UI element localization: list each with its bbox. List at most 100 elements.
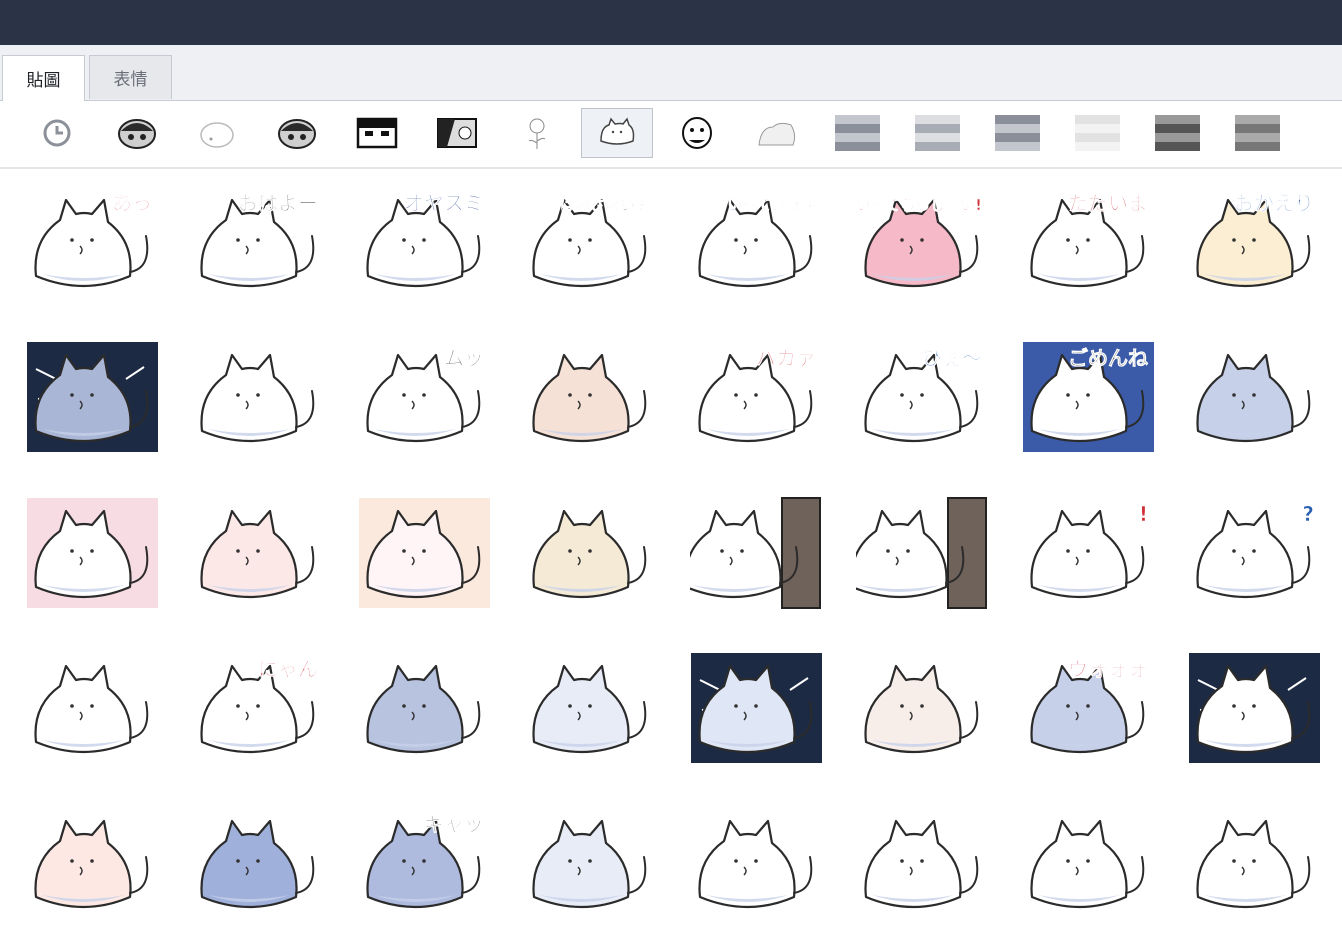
cat-sticker-image	[856, 497, 987, 609]
recent-clock-icon	[43, 119, 71, 147]
sticker-item[interactable]	[192, 495, 325, 610]
sticker-pack-tab[interactable]	[181, 108, 253, 158]
cat-sticker-image: オヤスミ	[366, 191, 484, 288]
sticker-item[interactable]	[524, 805, 657, 920]
sticker-item[interactable]	[1188, 339, 1321, 454]
sticker-pack-bar	[0, 101, 1342, 169]
sticker-item[interactable]	[192, 805, 325, 920]
sticker-pack-icon	[200, 122, 234, 148]
sticker-item[interactable]	[192, 339, 325, 454]
sticker-pack-tab[interactable]	[1141, 108, 1213, 158]
sticker-pack-icon	[835, 115, 880, 151]
sticker-item[interactable]	[690, 495, 823, 610]
cat-sticker-image	[698, 819, 813, 909]
sticker-item[interactable]	[690, 650, 823, 765]
tab-emoticons[interactable]: 表情	[89, 55, 172, 99]
tab-recent[interactable]	[21, 108, 93, 158]
sticker-caption: ギャッ	[424, 812, 484, 836]
title-bar	[0, 0, 1342, 45]
sticker-item[interactable]: あっ	[26, 184, 159, 299]
sticker-item[interactable]: !	[1022, 495, 1155, 610]
tab-stickers[interactable]: 貼圖	[2, 55, 85, 101]
cat-sticker-image	[27, 498, 158, 608]
sticker-item[interactable]: おはよー	[192, 184, 325, 299]
sticker-item[interactable]	[524, 339, 657, 454]
sticker-caption: ?	[1302, 502, 1314, 526]
sticker-item[interactable]: いってきます	[690, 184, 823, 299]
sticker-pack-tab[interactable]	[341, 108, 413, 158]
sticker-pack-icon	[682, 117, 712, 149]
sticker-caption: にゃん	[258, 657, 318, 681]
sticker-item[interactable]: オヤスミ	[358, 184, 491, 299]
sticker-item[interactable]	[358, 650, 491, 765]
sticker-item[interactable]	[1022, 805, 1155, 920]
sticker-grid: あっ おはよー オヤスミ はなさないぞ いってきます いってらっしゃい! ただいま おかえりム…	[0, 169, 1342, 950]
sticker-item[interactable]: にゃん	[192, 650, 325, 765]
sticker-pack-tab[interactable]	[581, 108, 653, 158]
sticker-item[interactable]: ギャッ	[358, 805, 491, 920]
sticker-item[interactable]	[856, 650, 989, 765]
sticker-caption: いってらっしゃい!	[856, 196, 982, 214]
sticker-pack-tab[interactable]	[661, 108, 733, 158]
sticker-item[interactable]: ただいま	[1022, 184, 1155, 299]
sticker-item[interactable]	[26, 805, 159, 920]
sticker-pack-tab[interactable]	[501, 108, 573, 158]
sticker-item[interactable]	[358, 495, 491, 610]
sticker-item[interactable]: いってらっしゃい!	[856, 184, 989, 299]
sticker-pack-tab[interactable]	[981, 108, 1053, 158]
sticker-pack-tab[interactable]	[1221, 108, 1293, 158]
sticker-pack-tab[interactable]	[821, 108, 893, 158]
cat-sticker-image	[690, 497, 821, 609]
sticker-caption: おかえり	[1234, 191, 1314, 215]
cat-sticker-image: おかえり	[1196, 191, 1314, 288]
sticker-item[interactable]: おかえり	[1188, 184, 1321, 299]
cat-sticker-image	[1030, 819, 1145, 909]
sticker-pack-icon	[356, 117, 398, 149]
sticker-item[interactable]	[524, 650, 657, 765]
sticker-item[interactable]: はなさないぞ	[524, 184, 657, 299]
cat-sticker-image: にゃん	[200, 657, 318, 754]
cat-sticker-image: ウォォォ	[1030, 657, 1148, 754]
sticker-item[interactable]: ウォォォ	[1022, 650, 1155, 765]
sticker-pack-tab[interactable]	[261, 108, 333, 158]
sticker-caption: !	[1139, 502, 1148, 526]
cat-sticker-image: ただいま	[1030, 191, 1148, 288]
sticker-pack-icon	[600, 117, 635, 145]
sticker-item[interactable]	[26, 339, 159, 454]
cat-sticker-image: ムッ	[366, 346, 484, 443]
cat-sticker-image: ごめんね	[1023, 342, 1154, 452]
sticker-item[interactable]: ?	[1188, 495, 1321, 610]
cat-sticker-image: !	[1030, 502, 1148, 599]
sticker-item[interactable]	[1188, 650, 1321, 765]
sticker-caption: あっ	[112, 191, 152, 215]
sticker-item[interactable]	[26, 650, 159, 765]
sticker-pack-tab[interactable]	[741, 108, 813, 158]
sticker-pack-tab[interactable]	[101, 108, 173, 158]
cat-sticker-image	[1189, 653, 1320, 763]
cat-sticker-image	[366, 664, 481, 754]
sticker-caption: オヤスミ	[404, 191, 484, 215]
sticker-pack-tab[interactable]	[421, 108, 493, 158]
sticker-pack-tab[interactable]	[901, 108, 973, 158]
sticker-item[interactable]	[856, 495, 989, 610]
sticker-item[interactable]	[26, 495, 159, 610]
sticker-item[interactable]	[856, 805, 989, 920]
sticker-item[interactable]	[690, 805, 823, 920]
sticker-pack-icon	[118, 119, 156, 149]
sticker-pack-icon	[1075, 115, 1120, 151]
cat-sticker-image	[1196, 819, 1311, 909]
sticker-pack-icon	[1155, 115, 1200, 151]
sticker-item[interactable]: バカァ	[690, 339, 823, 454]
sticker-item[interactable]: ひぇ～	[856, 339, 989, 454]
sticker-item[interactable]: ごめんね	[1022, 339, 1155, 454]
cat-sticker-image: いってきます	[698, 196, 816, 288]
sticker-item[interactable]: ムッ	[358, 339, 491, 454]
sticker-pack-tab[interactable]	[1061, 108, 1133, 158]
sticker-item[interactable]	[1188, 805, 1321, 920]
cat-sticker-image	[864, 819, 979, 909]
cat-sticker-image: いってらっしゃい!	[856, 196, 982, 288]
cat-sticker-image: バカァ	[698, 346, 816, 443]
sticker-pack-icon	[995, 115, 1040, 151]
sticker-item[interactable]	[524, 495, 657, 610]
cat-sticker-image	[27, 342, 158, 452]
